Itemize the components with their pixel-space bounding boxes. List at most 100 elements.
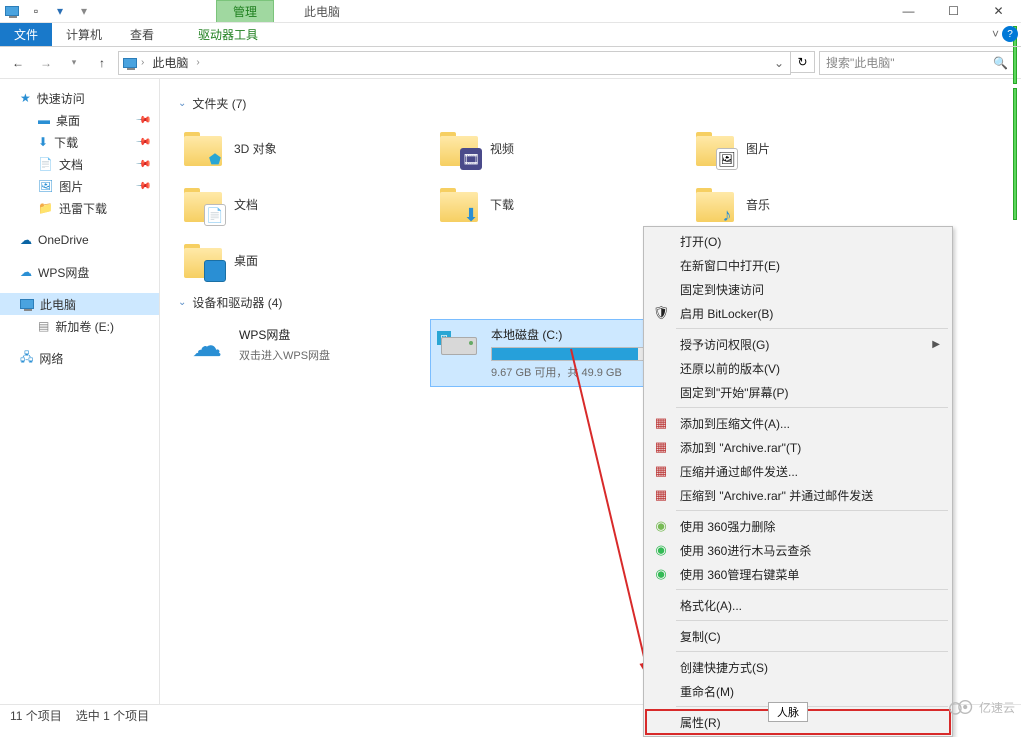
folder-item-pictures[interactable]: 🖼 图片 [690, 120, 946, 176]
pin-icon: 📌 [134, 178, 151, 195]
sidebar-item-wps[interactable]: ☁ WPS网盘 [0, 261, 159, 283]
sidebar-item-downloads[interactable]: ⬇ 下载 📌 [0, 131, 159, 153]
address-bar[interactable]: › 此电脑 › ⌄ [118, 51, 791, 75]
sidebar-item-onedrive[interactable]: ☁ OneDrive [0, 229, 159, 251]
ctx-open-new-window[interactable]: 在新窗口中打开(E) [646, 253, 950, 277]
folder-label: 桌面 [234, 252, 258, 269]
ctx-separator [676, 589, 948, 590]
ctx-add-archive-rar[interactable]: ▦添加到 "Archive.rar"(T) [646, 435, 950, 459]
ribbon-tab-view[interactable]: 查看 [116, 23, 168, 46]
search-input[interactable]: 搜索"此电脑" 🔍 [819, 51, 1015, 75]
folder-item-desktop[interactable]: 桌面 [178, 232, 434, 288]
ribbon-contextual-tab-manage[interactable]: 管理 [216, 0, 274, 22]
shield-icon: 🛡 [652, 304, 670, 322]
address-dropdown-icon[interactable]: ⌄ [770, 56, 788, 70]
ctx-rename[interactable]: 重命名(M) [646, 679, 950, 703]
maximize-button[interactable]: ☐ [931, 0, 976, 22]
drive-icon: ▤ [38, 319, 49, 333]
qat-overflow[interactable]: ▾ [72, 0, 96, 22]
drive-subtext: 双击进入WPS网盘 [239, 347, 423, 363]
nav-forward-button[interactable]: → [34, 51, 58, 75]
tooltip-people: 人脉 [768, 702, 808, 722]
ribbon-tabs: 文件 计算机 查看 驱动器工具 ˅ ? [0, 23, 1021, 47]
ctx-compress-email[interactable]: ▦压缩并通过邮件发送... [646, 459, 950, 483]
breadcrumb-separator[interactable]: › [196, 57, 199, 68]
qat-item[interactable]: ▾ [48, 0, 72, 22]
folder-icon: 📄 [184, 184, 224, 224]
ctx-360-menu[interactable]: ◉使用 360管理右键菜单 [646, 562, 950, 586]
sidebar-item-label: 此电脑 [40, 296, 76, 313]
sidebar-item-label: 下载 [54, 134, 78, 151]
ctx-restore-previous[interactable]: 还原以前的版本(V) [646, 356, 950, 380]
ctx-pin-quick-access[interactable]: 固定到快速访问 [646, 277, 950, 301]
folder-item-downloads[interactable]: ⬇ 下载 [434, 176, 690, 232]
folder-item-videos[interactable]: 🎞 视频 [434, 120, 690, 176]
pc-icon [20, 299, 34, 309]
nav-back-button[interactable]: ← [6, 51, 30, 75]
refresh-button[interactable]: ↻ [791, 51, 815, 73]
ctx-create-shortcut[interactable]: 创建快捷方式(S) [646, 655, 950, 679]
360-icon: ◉ [652, 541, 670, 559]
breadcrumb-separator[interactable]: › [141, 57, 144, 68]
sidebar-item-this-pc[interactable]: 此电脑 [0, 293, 159, 315]
ctx-add-archive[interactable]: ▦添加到压缩文件(A)... [646, 411, 950, 435]
context-menu: 打开(O) 在新窗口中打开(E) 固定到快速访问 🛡启用 BitLocker(B… [643, 226, 953, 737]
360-icon: ◉ [652, 517, 670, 535]
qat-item[interactable]: ▫ [24, 0, 48, 22]
sidebar-item-label: 桌面 [56, 112, 80, 129]
ctx-separator [676, 706, 948, 707]
close-button[interactable]: ✕ [976, 0, 1021, 22]
sidebar-item-new-volume[interactable]: ▤ 新加卷 (E:) [0, 315, 159, 337]
breadcrumb-this-pc[interactable]: 此电脑 [148, 54, 192, 71]
app-icon [0, 0, 24, 22]
folder-icon: 🎞 [440, 128, 480, 168]
ctx-grant-access[interactable]: 授予访问权限(G)▶ [646, 332, 950, 356]
nav-up-button[interactable]: ↑ [90, 51, 114, 75]
quick-access-toolbar: ▫ ▾ ▾ [0, 0, 96, 22]
drive-item-wps[interactable]: ☁ WPS网盘 双击进入WPS网盘 [178, 319, 430, 387]
ctx-360-scan[interactable]: ◉使用 360进行木马云查杀 [646, 538, 950, 562]
status-selection: 选中 1 个项目 [76, 707, 149, 724]
sidebar-item-xunlei[interactable]: 📁 迅雷下载 [0, 197, 159, 219]
folder-label: 视频 [490, 140, 514, 157]
ctx-copy[interactable]: 复制(C) [646, 624, 950, 648]
folder-icon: ⬇ [440, 184, 480, 224]
ctx-bitlocker[interactable]: 🛡启用 BitLocker(B) [646, 301, 950, 325]
rar-icon: ▦ [652, 414, 670, 432]
ctx-format[interactable]: 格式化(A)... [646, 593, 950, 617]
ctx-pin-start[interactable]: 固定到"开始"屏幕(P) [646, 380, 950, 404]
documents-icon: 📄 [38, 157, 53, 171]
folder-label: 图片 [746, 140, 770, 157]
address-bar-row: ← → ▾ ↑ › 此电脑 › ⌄ ↻ 搜索"此电脑" 🔍 [0, 47, 1021, 79]
sidebar-item-desktop[interactable]: ▬ 桌面 📌 [0, 109, 159, 131]
onedrive-icon: ☁ [20, 233, 32, 247]
desktop-icon: ▬ [38, 113, 50, 127]
sidebar-item-documents[interactable]: 📄 文档 📌 [0, 153, 159, 175]
section-header-folders[interactable]: ⌄ 文件夹 (7) [178, 95, 1003, 112]
folder-label: 下载 [490, 196, 514, 213]
folder-item-3d-objects[interactable]: ⬟ 3D 对象 [178, 120, 434, 176]
sidebar-item-quick-access[interactable]: ★ 快速访问 [0, 87, 159, 109]
ribbon-collapse-icon[interactable]: ˅ [992, 27, 999, 41]
folder-item-music[interactable]: ♪ 音乐 [690, 176, 946, 232]
sidebar-item-network[interactable]: 🖧 网络 [0, 347, 159, 369]
ctx-360-delete[interactable]: ◉使用 360强力删除 [646, 514, 950, 538]
drive-icon: ⊞ [437, 326, 481, 366]
ribbon-tab-drive-tools[interactable]: 驱动器工具 [184, 23, 272, 46]
rar-icon: ▦ [652, 462, 670, 480]
nav-recent-dropdown[interactable]: ▾ [62, 51, 86, 75]
downloads-icon: ⬇ [38, 135, 48, 149]
folder-item-documents[interactable]: 📄 文档 [178, 176, 434, 232]
sidebar-item-pictures[interactable]: 🖼 图片 📌 [0, 175, 159, 197]
minimize-button[interactable]: — [886, 0, 931, 22]
help-icon[interactable]: ? [1002, 26, 1018, 42]
ctx-compress-rar-email[interactable]: ▦压缩到 "Archive.rar" 并通过邮件发送 [646, 483, 950, 507]
rar-icon: ▦ [652, 438, 670, 456]
wps-cloud-icon: ☁ [185, 326, 229, 366]
pin-icon: 📌 [134, 134, 151, 151]
ribbon-tab-file[interactable]: 文件 [0, 23, 52, 46]
ctx-open[interactable]: 打开(O) [646, 229, 950, 253]
ribbon-tab-computer[interactable]: 计算机 [52, 23, 116, 46]
drive-label: WPS网盘 [239, 326, 423, 343]
folder-icon: ⬟ [184, 128, 224, 168]
